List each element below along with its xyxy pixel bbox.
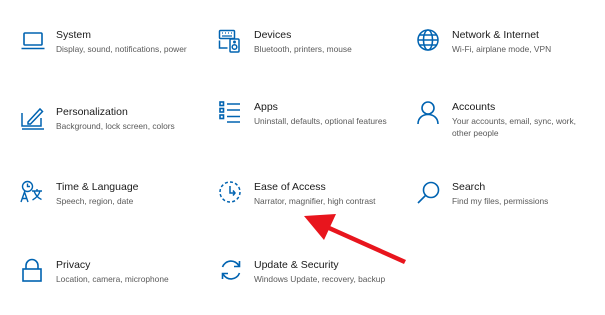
category-apps[interactable]: Apps Uninstall, defaults, optional featu… xyxy=(218,100,398,160)
keyboard-speaker-icon xyxy=(218,28,244,54)
category-privacy[interactable]: Privacy Location, camera, microphone xyxy=(20,258,200,315)
category-title: Accounts xyxy=(452,101,496,113)
category-description: Bluetooth, printers, mouse xyxy=(254,44,352,54)
category-system[interactable]: System Display, sound, notifications, po… xyxy=(20,28,200,88)
update-sync-icon xyxy=(218,258,244,284)
category-description: Uninstall, defaults, optional features xyxy=(254,116,387,126)
category-description: Display, sound, notifications, power xyxy=(56,44,187,54)
category-title: Devices xyxy=(254,29,292,41)
lock-icon xyxy=(20,258,46,284)
paint-pen-icon xyxy=(20,105,46,131)
category-title: Personalization xyxy=(56,106,128,118)
category-description: Speech, region, date xyxy=(56,196,134,206)
category-accounts[interactable]: Accounts Your accounts, email, sync, wor… xyxy=(416,100,596,160)
category-description: Find my files, permissions xyxy=(452,196,549,206)
category-description: Wi-Fi, airplane mode, VPN xyxy=(452,44,552,54)
ease-of-access-icon xyxy=(218,180,244,206)
laptop-icon xyxy=(20,28,46,54)
category-time-language[interactable]: Time & Language Speech, region, date xyxy=(20,180,200,240)
category-personalization[interactable]: Personalization Background, lock screen,… xyxy=(20,105,200,165)
apps-list-icon xyxy=(218,100,244,126)
category-devices[interactable]: Devices Bluetooth, printers, mouse xyxy=(218,28,398,88)
language-icon xyxy=(20,180,46,206)
category-search[interactable]: Search Find my files, permissions xyxy=(416,180,596,240)
category-description: Background, lock screen, colors xyxy=(56,121,175,131)
category-title: Privacy xyxy=(56,259,91,271)
category-title: Network & Internet xyxy=(452,29,539,41)
category-title: Time & Language xyxy=(56,181,139,193)
category-description: Location, camera, microphone xyxy=(56,274,169,284)
category-title: Apps xyxy=(254,101,278,113)
category-description: Windows Update, recovery, backup xyxy=(254,274,386,284)
person-icon xyxy=(416,100,442,126)
settings-home: System Display, sound, notifications, po… xyxy=(0,0,605,315)
globe-icon xyxy=(416,28,442,54)
search-icon xyxy=(416,180,442,206)
red-arrow-pointer xyxy=(300,200,415,270)
category-title: Ease of Access xyxy=(254,181,326,193)
category-title: Search xyxy=(452,181,486,193)
category-network-internet[interactable]: Network & Internet Wi-Fi, airplane mode,… xyxy=(416,28,596,88)
category-title: System xyxy=(56,29,92,41)
category-description: Your accounts, email, sync, work, other … xyxy=(452,116,576,138)
